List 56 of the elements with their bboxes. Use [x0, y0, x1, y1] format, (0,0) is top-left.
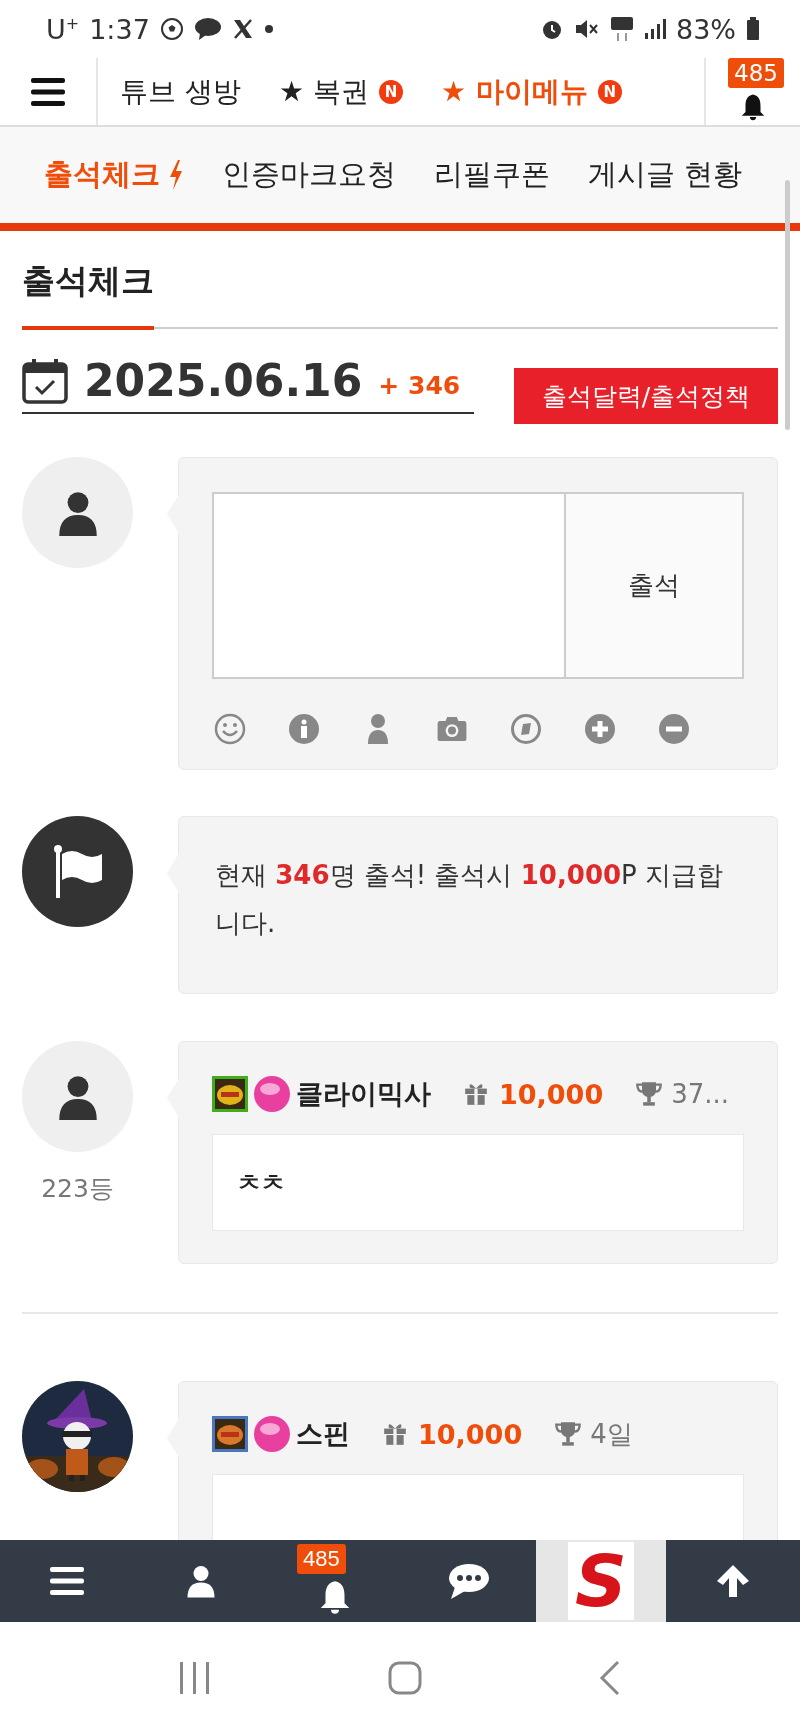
logo[interactable]: S [568, 1542, 634, 1620]
comment-input[interactable] [214, 494, 566, 677]
signal-icon [644, 18, 666, 40]
notification-badge: 485 [297, 1544, 346, 1574]
chat-bubble-icon [193, 17, 222, 41]
plus-icon[interactable] [584, 713, 616, 745]
gift-icon [463, 1081, 489, 1107]
info-icon[interactable] [288, 713, 320, 745]
section-title: 출석체크 [22, 251, 154, 330]
dot-icon [263, 24, 274, 34]
nav-link[interactable]: ★ 복권 N [278, 72, 403, 111]
trophy-icon [635, 1080, 664, 1108]
nav-link[interactable]: ★ 마이메뉴 N [440, 72, 622, 111]
date-heading: 2025.06.16 [84, 355, 363, 406]
submit-button[interactable]: 출석 [566, 494, 742, 677]
calendar-icon [22, 357, 68, 404]
days-count: 37... [671, 1079, 730, 1109]
attendance-count: + 346 [378, 371, 461, 400]
points-value: 10,000 [418, 1418, 523, 1450]
smiley-icon[interactable] [214, 713, 246, 745]
trophy-icon [554, 1420, 583, 1448]
x-icon [231, 18, 254, 40]
clock: 1:37 [89, 13, 150, 45]
battery-level: 83% [676, 13, 736, 45]
lightning-icon [168, 160, 184, 190]
scrollbar[interactable] [785, 180, 790, 430]
gift-icon [382, 1421, 408, 1447]
orb-icon [252, 1414, 292, 1454]
compass-icon[interactable] [510, 713, 542, 745]
orb-icon [252, 1074, 292, 1114]
comment-body: ㅊㅊ [212, 1134, 744, 1231]
rank-label: 223등 [41, 1173, 114, 1205]
nav-link[interactable]: 튜브 생방 [120, 72, 241, 111]
level-icon [212, 1076, 248, 1112]
notification-button[interactable]: 485 [268, 1540, 402, 1622]
days-count: 4일 [590, 1417, 633, 1451]
menu-icon [50, 1566, 84, 1596]
recent-apps-icon[interactable] [177, 1660, 212, 1696]
menu-icon[interactable] [31, 77, 65, 106]
tab[interactable]: 리필쿠폰 [434, 155, 550, 195]
carrier-label: U$^{+}$ [46, 13, 80, 45]
user-name[interactable]: 클라이믹사 [296, 1076, 431, 1112]
user-name[interactable]: 스핀 [296, 1416, 350, 1452]
battery-icon [746, 17, 760, 41]
chat-icon [447, 1561, 491, 1601]
tab[interactable]: 인증마크요청 [222, 155, 396, 195]
calendar-button[interactable]: 출석달력/출석정책 [514, 368, 778, 424]
soccer-ball-icon [159, 17, 184, 41]
minus-icon[interactable] [658, 713, 690, 745]
tab[interactable]: 게시글 현황 [588, 155, 743, 195]
notification-badge: 485 [728, 58, 784, 88]
level-icon [212, 1416, 248, 1452]
home-icon[interactable] [387, 1660, 423, 1696]
mute-icon [574, 17, 600, 41]
points-value: 10,000 [499, 1078, 604, 1110]
notice-text: 현재 346명 출석! 출석시 10,000P 지급합니다. [215, 859, 725, 940]
